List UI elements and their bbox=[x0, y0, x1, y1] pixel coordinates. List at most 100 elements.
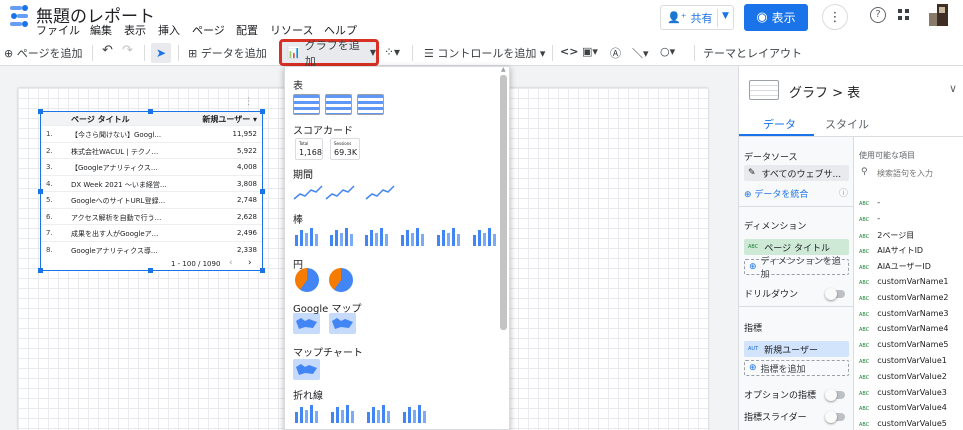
map-chart-option-icon[interactable] bbox=[293, 359, 320, 380]
menu-page[interactable]: ページ bbox=[192, 22, 225, 38]
table-row[interactable]: 5. GoogleへのサイトURL登録... 2,748 bbox=[41, 191, 262, 207]
avatar[interactable] bbox=[926, 4, 948, 26]
table-chart-option-icon[interactable] bbox=[325, 94, 352, 115]
table-chart[interactable]: ページ タイトル 新規ユーザー ▾ 1. 【今さら聞けない】Googl... 1… bbox=[38, 109, 265, 273]
share-button[interactable]: 👤⁺ 共有 ▼ bbox=[660, 5, 734, 30]
community-viz-icon[interactable]: ⁘▾ bbox=[384, 45, 400, 59]
pencil-icon[interactable]: ✎ bbox=[748, 168, 756, 178]
embed-code-icon[interactable]: <> bbox=[560, 45, 578, 58]
add-data-button[interactable]: ⊞ データを追加 bbox=[188, 45, 267, 61]
col-header-page-title[interactable]: ページ タイトル bbox=[71, 114, 130, 125]
menu-view[interactable]: 表示 bbox=[124, 22, 146, 38]
bar-chart-option-icon[interactable] bbox=[363, 225, 393, 246]
available-field-item[interactable]: ABC customVarName3 bbox=[859, 309, 948, 318]
line-icon[interactable]: ＼▾ bbox=[632, 45, 649, 61]
bar-chart-option-icon[interactable] bbox=[401, 402, 431, 423]
available-field-item[interactable]: ABC customVarName1 bbox=[859, 277, 948, 286]
dimension-chip[interactable]: ABC ページ タイトル bbox=[744, 239, 849, 255]
available-field-item[interactable]: ABC - bbox=[859, 198, 880, 207]
table-row[interactable]: 4. DX Week 2021 ～いま経営... 3,808 bbox=[41, 174, 262, 191]
available-field-item[interactable]: ABC 2ページ目 bbox=[859, 230, 914, 241]
table-row[interactable]: 8. Googleアナリティクス導... 2,338 bbox=[41, 240, 262, 257]
time-series-option-icon[interactable] bbox=[293, 182, 323, 203]
dropdown-scrollbar[interactable] bbox=[500, 75, 507, 330]
field-search[interactable]: ⚲ bbox=[859, 166, 963, 182]
metric-chip[interactable]: AUT 新規ユーザー bbox=[744, 341, 849, 357]
table-row[interactable]: 1. 【今さら聞けない】Googl... 11,952 bbox=[41, 125, 262, 141]
add-page-button[interactable]: ⊕ ページを追加 bbox=[4, 45, 83, 61]
bar-chart-option-icon[interactable] bbox=[329, 402, 359, 423]
bar-chart-option-icon[interactable] bbox=[328, 225, 358, 246]
add-chart-button[interactable]: 📊 グラフを追加 ▼ bbox=[279, 39, 379, 68]
map-chart-option-icon[interactable] bbox=[293, 313, 320, 334]
time-series-option-icon[interactable] bbox=[325, 182, 355, 203]
apps-grid-icon[interactable] bbox=[898, 9, 910, 21]
available-field-item[interactable]: ABC AIAサイトID bbox=[859, 245, 923, 256]
scroll-up-icon[interactable]: ▲ bbox=[501, 66, 506, 73]
theme-layout-button[interactable]: テーマとレイアウト bbox=[703, 45, 802, 61]
table-row[interactable]: 3. 【Googleアナリティクス... 4,008 bbox=[41, 158, 262, 174]
available-field-item[interactable]: ABC customVarValue1 bbox=[859, 356, 947, 365]
chart-menu-icon[interactable]: ⋮ bbox=[244, 97, 253, 107]
available-field-item[interactable]: ABC customVarName4 bbox=[859, 324, 948, 333]
metric-slider-toggle[interactable] bbox=[825, 411, 845, 423]
blend-data-button[interactable]: ⊕ データを統合 bbox=[744, 187, 808, 200]
row-page-title: 【Googleアナリティクス... bbox=[71, 164, 158, 172]
available-field-item[interactable]: ABC customVarValue2 bbox=[859, 372, 947, 381]
redo-icon[interactable]: ↷ bbox=[122, 43, 133, 58]
prev-page-icon[interactable]: ‹ bbox=[229, 258, 233, 268]
datasource-chip[interactable]: ✎ すべてのウェブサ... bbox=[744, 165, 849, 181]
available-field-item[interactable]: ABC customVarValue3 bbox=[859, 388, 947, 397]
table-row[interactable]: 2. 株式会社WACUL | テクノ... 5,922 bbox=[41, 141, 262, 158]
table-row[interactable]: 6. アクセス解析を自動で行う... 2,628 bbox=[41, 207, 262, 224]
help-icon[interactable]: ? bbox=[870, 7, 886, 23]
table-row[interactable]: 7. 成果を出す人がGoogleア... 2,496 bbox=[41, 224, 262, 240]
table-chart-option-icon[interactable] bbox=[293, 94, 320, 115]
tab-style[interactable]: スタイル bbox=[825, 116, 869, 132]
bar-chart-option-icon[interactable] bbox=[399, 225, 429, 246]
scorecard-option-1[interactable]: Total 1,168 bbox=[295, 138, 323, 160]
undo-icon[interactable]: ↶ bbox=[102, 43, 113, 58]
available-field-item[interactable]: ABC customVarName5 bbox=[859, 340, 948, 349]
bar-chart-option-icon[interactable] bbox=[365, 402, 395, 423]
data-studio-logo-icon[interactable] bbox=[8, 4, 30, 28]
add-metric-button[interactable]: ⊕ 指標を追加 bbox=[744, 360, 849, 376]
table-type-icon[interactable] bbox=[749, 80, 779, 100]
col-header-new-users[interactable]: 新規ユーザー ▾ bbox=[202, 114, 257, 125]
scorecard-option-2[interactable]: Sessions 69.3K bbox=[330, 138, 360, 160]
bar-chart-option-icon[interactable] bbox=[293, 402, 323, 423]
tab-data[interactable]: データ bbox=[763, 116, 796, 132]
bar-chart-option-icon[interactable] bbox=[435, 225, 465, 246]
more-options-icon[interactable]: ⋮ bbox=[822, 4, 848, 30]
available-field-item[interactable]: ABC - bbox=[859, 214, 880, 223]
time-series-option-icon[interactable] bbox=[365, 182, 395, 203]
available-field-item[interactable]: ABC customVarValue4 bbox=[859, 403, 947, 412]
pie-chart-option-icon[interactable] bbox=[329, 268, 353, 292]
pie-chart-option-icon[interactable] bbox=[295, 268, 319, 292]
text-icon[interactable]: Ⓐ bbox=[610, 45, 621, 61]
collapse-panel-icon[interactable]: ∨ bbox=[949, 82, 957, 95]
add-control-button[interactable]: ☰ コントロールを追加 ▾ bbox=[424, 45, 545, 61]
add-dimension-button[interactable]: ⊕ ディメンションを追加 bbox=[744, 257, 849, 280]
optional-metric-toggle[interactable] bbox=[825, 389, 845, 401]
menu-file[interactable]: ファイル bbox=[36, 22, 80, 38]
next-page-icon[interactable]: › bbox=[248, 258, 252, 268]
available-field-item[interactable]: ABC AIAユーザーID bbox=[859, 261, 931, 272]
menu-arrange[interactable]: 配置 bbox=[236, 22, 258, 38]
chevron-down-icon[interactable]: ▼ bbox=[722, 11, 729, 21]
search-input[interactable] bbox=[877, 166, 961, 180]
drilldown-toggle[interactable] bbox=[825, 288, 845, 300]
image-icon[interactable]: ▣▾ bbox=[582, 45, 598, 58]
shape-icon[interactable]: ○▾ bbox=[660, 45, 675, 58]
select-cursor-icon[interactable]: ➤ bbox=[151, 43, 171, 63]
view-button[interactable]: ◉ 表示 bbox=[744, 4, 808, 31]
available-field-item[interactable]: ABC customVarValue5 bbox=[859, 419, 947, 428]
menu-edit[interactable]: 編集 bbox=[90, 22, 112, 38]
table-chart-option-icon[interactable] bbox=[357, 94, 384, 115]
available-field-item[interactable]: ABC customVarName2 bbox=[859, 293, 948, 302]
map-chart-option-icon[interactable] bbox=[329, 313, 356, 334]
bar-chart-option-icon[interactable] bbox=[471, 225, 501, 246]
menu-insert[interactable]: 挿入 bbox=[158, 22, 180, 38]
bar-chart-option-icon[interactable] bbox=[293, 225, 323, 246]
help-circle-icon[interactable]: ⓘ bbox=[839, 186, 848, 199]
